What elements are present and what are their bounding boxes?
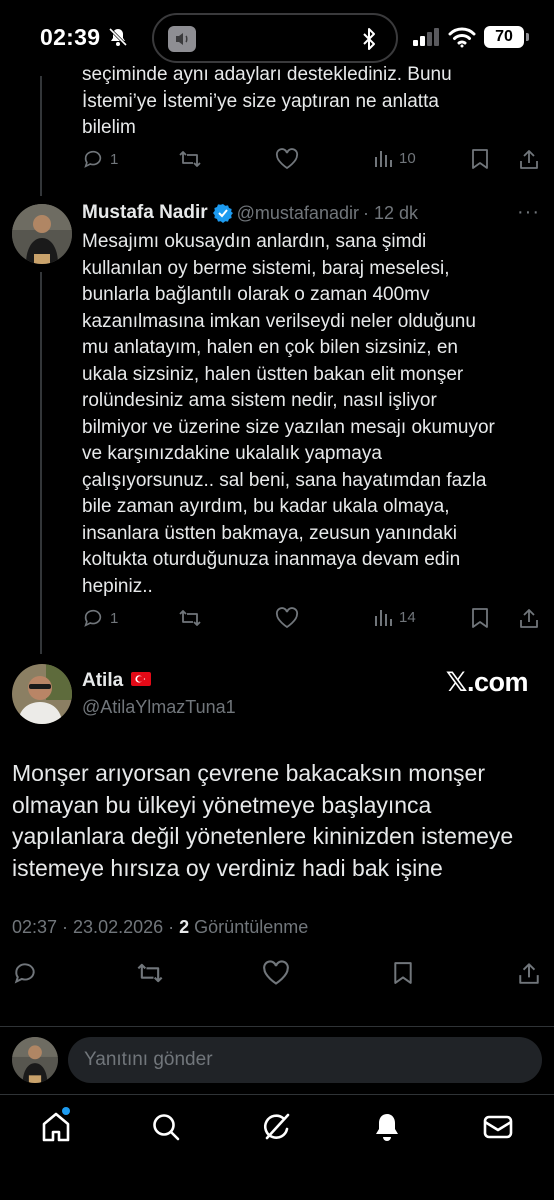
avatar <box>12 1037 58 1083</box>
tab-grok[interactable] <box>259 1109 295 1145</box>
bookmark-icon <box>472 149 488 169</box>
reply-icon <box>14 963 35 984</box>
speaker-icon <box>168 26 196 52</box>
user-handle[interactable]: @AtilaYlmazTuna1 <box>82 697 236 718</box>
views-button[interactable]: 14 <box>373 607 416 627</box>
share-button[interactable] <box>518 607 540 629</box>
reply-icon <box>84 150 102 168</box>
retweet-button[interactable] <box>178 607 202 629</box>
main-tweet-header: Atila <box>82 670 152 692</box>
tab-messages[interactable] <box>480 1109 516 1145</box>
reply-button[interactable]: 1 <box>82 607 118 629</box>
main-tweet-actions <box>12 960 542 986</box>
prev-tweet-text: seçiminde aynı adayları desteklediniz. B… <box>82 64 452 138</box>
reply-button[interactable]: 1 <box>82 148 118 170</box>
share-icon <box>520 609 538 628</box>
views-label: Görüntülenme <box>194 917 309 937</box>
bell-icon <box>376 1114 398 1141</box>
reply-icon <box>84 609 102 627</box>
bluetooth-icon <box>363 28 375 50</box>
bookmark-button[interactable] <box>470 607 490 629</box>
tab-home[interactable] <box>38 1107 74 1145</box>
retweet-button[interactable] <box>136 960 164 986</box>
display-name[interactable]: Mustafa Nadir <box>82 202 208 224</box>
thread-line <box>40 76 42 196</box>
retweet-icon <box>137 963 163 983</box>
reply-count: 1 <box>110 150 119 168</box>
reply-count: 1 <box>110 609 119 627</box>
reply-tweet-header: Mustafa Nadir @mustafanadir · 12 dk <box>82 202 418 224</box>
reply-tweet-actions: 1 14 <box>82 607 542 631</box>
views-count: 14 <box>399 608 416 626</box>
heart-icon <box>275 148 299 170</box>
user-handle[interactable]: @mustafanadir <box>237 203 359 224</box>
dynamic-island <box>152 13 398 63</box>
status-time: 02:39 <box>40 24 101 50</box>
cellular-signal-icon <box>413 28 439 46</box>
share-icon <box>520 150 538 169</box>
bookmark-icon <box>394 962 412 984</box>
retweet-icon <box>179 151 201 167</box>
reply-input[interactable]: Yanıtını gönder <box>68 1037 542 1083</box>
views-button[interactable]: 10 <box>373 148 416 168</box>
bell-slash-icon <box>108 27 128 47</box>
bottom-tab-bar <box>0 1094 554 1200</box>
home-icon <box>42 1112 70 1142</box>
retweet-icon <box>179 610 201 626</box>
share-icon <box>519 963 539 984</box>
like-button[interactable] <box>275 148 299 170</box>
grok-icon <box>263 1113 290 1140</box>
battery-indicator: 70 <box>484 26 529 48</box>
like-button[interactable] <box>275 607 299 629</box>
bookmark-button[interactable] <box>392 960 414 986</box>
bookmark-button[interactable] <box>470 148 490 170</box>
like-button[interactable] <box>262 960 290 986</box>
views-chart-icon <box>375 610 392 626</box>
views-count: 10 <box>399 149 416 167</box>
verified-badge-icon <box>212 204 233 223</box>
display-name[interactable]: Atila <box>82 670 123 692</box>
views-chart-icon <box>375 151 392 167</box>
share-button[interactable] <box>517 960 541 986</box>
tab-search[interactable] <box>148 1109 184 1145</box>
retweet-button[interactable] <box>178 148 202 170</box>
tweet-datetime: 02:37 · 23.02.2026 · <box>12 917 175 937</box>
main-tweet-text: Monşer arıyorsan çevrene bakacaksın monş… <box>12 760 514 881</box>
tweet-meta: 02:37 · 23.02.2026 · 2 Görüntülenme <box>12 917 308 938</box>
avatar[interactable] <box>12 664 72 724</box>
divider <box>0 1026 554 1027</box>
bookmark-icon <box>472 608 488 628</box>
search-icon <box>153 1114 180 1141</box>
timestamp: · 12 dk <box>362 202 418 223</box>
tab-notifications[interactable] <box>369 1109 405 1145</box>
x-logo-source: 𝕏.com <box>445 667 529 697</box>
reply-tweet-text: Mesajımı okusaydın anlardın, sana şimdi … <box>82 231 495 597</box>
thread-line <box>40 272 42 654</box>
turkey-flag-icon <box>131 671 152 691</box>
heart-icon <box>263 960 289 985</box>
mail-icon <box>483 1115 513 1139</box>
reply-composer: Yanıtını gönder <box>0 1030 554 1092</box>
views-count: 2 <box>179 917 190 937</box>
more-options-icon[interactable]: ··· <box>517 201 540 224</box>
avatar[interactable] <box>12 204 72 264</box>
reply-button[interactable] <box>12 960 38 986</box>
prev-tweet-actions: 1 10 <box>82 148 542 172</box>
notification-dot <box>62 1107 70 1115</box>
share-button[interactable] <box>518 148 540 170</box>
heart-icon <box>275 607 299 629</box>
wifi-icon <box>448 27 476 48</box>
